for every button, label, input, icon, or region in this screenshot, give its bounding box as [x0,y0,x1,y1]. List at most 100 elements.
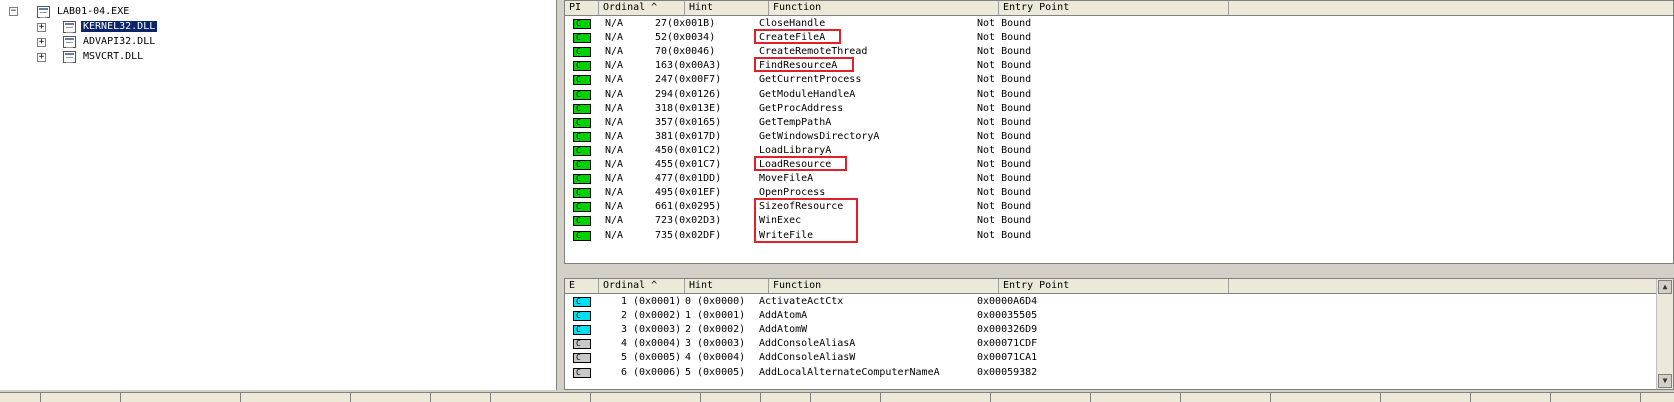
hint-hex: (0x0165) [673,116,722,128]
function-cell: LoadResource [759,159,832,170]
pi-cell: C [565,185,595,200]
export-row[interactable]: C 5 (0x0005) 4 (0x0004) AddConsoleAliasW 0x000… [565,350,1673,365]
tree-root-node[interactable]: LAB01-04.EXE [55,4,131,19]
hint-number: 3 [684,338,691,350]
exports-list[interactable]: E Ordinal ^ Hint Function Entry Point C 1… [564,278,1674,390]
import-row[interactable]: C N/A 163(0x00A3) FindResourceA Not Bound [565,58,1673,73]
hint-cell: 723(0x02D3) [655,213,775,228]
ordinal-number: 4 [620,338,627,350]
hint-number: 381 [655,130,674,142]
e-cell: C [565,294,595,309]
import-row[interactable]: C N/A 27(0x001B) CloseHandle Not Bound [565,16,1673,31]
entry-point-cell: 0x00035505 [977,310,1038,322]
hint-cell: 70(0x0046) [655,44,775,59]
c-badge-icon: C [573,339,591,350]
module-tree-pane[interactable]: − LAB01-04.EXE + KERNEL32.DLL + ADVAPI32… [0,0,557,390]
module-file-icon [37,6,50,18]
c-badge-icon: C [573,103,591,114]
hint-number: 723 [655,215,674,227]
import-row[interactable]: C N/A 735(0x02DF) WriteFile Not Bound [565,228,1673,243]
hint-hex: (0x0002) [697,324,746,336]
column-header-function[interactable]: Function [769,279,999,293]
import-row[interactable]: C N/A 455(0x01C7) LoadResource Not Bound [565,157,1673,172]
import-row[interactable]: C N/A 318(0x013E) GetProcAddress Not Bound [565,101,1673,116]
pi-cell: C [565,143,595,158]
pi-cell: C [565,129,595,144]
vertical-scrollbar[interactable]: ▲ ▼ [1656,279,1673,389]
hint-hex: (0x017D) [673,130,722,142]
column-header-hint[interactable]: Hint [685,1,769,15]
c-badge-icon: C [573,160,591,170]
column-header-entry-point[interactable]: Entry Point [999,279,1229,293]
tree-node-kernel32[interactable]: KERNEL32.DLL [81,19,158,34]
c-badge-icon: C [573,188,591,199]
export-row[interactable]: C 3 (0x0003) 2 (0x0002) AddAtomW 0x000326D9 [565,322,1673,337]
ordinal-hex: (0x0004) [633,338,682,350]
import-row[interactable]: C N/A 294(0x0126) GetModuleHandleA Not Bound [565,87,1673,102]
hint-cell: 477(0x01DD) [655,171,775,186]
column-header-entry-point[interactable]: Entry Point [999,1,1229,15]
import-row[interactable]: C N/A 477(0x01DD) MoveFileA Not Bound [565,171,1673,186]
pi-cell: C [565,199,595,214]
function-cell: GetProcAddress [759,102,844,114]
column-header-e[interactable]: E [565,279,599,293]
c-badge-icon: C [573,61,591,72]
pi-cell: C [565,171,595,186]
collapse-icon[interactable]: − [9,7,18,16]
tree-node-advapi32[interactable]: ADVAPI32.DLL [81,34,157,49]
column-header-ordinal[interactable]: Ordinal ^ [599,279,685,293]
import-row[interactable]: C N/A 661(0x0295) SizeofResource Not Bound [565,199,1673,214]
hint-cell: 318(0x013E) [655,101,775,116]
entry-point-cell: Not Bound [977,159,1032,170]
export-row[interactable]: C 2 (0x0002) 1 (0x0001) AddAtomA 0x00035505 [565,308,1673,323]
export-row[interactable]: C 6 (0x0006) 5 (0x0005) AddLocalAlternateComp… [565,365,1673,380]
export-row[interactable]: C 1 (0x0001) 0 (0x0000) ActivateActCtx 0x0000A… [565,294,1673,309]
expand-icon[interactable]: + [37,38,46,47]
c-badge-icon: C [573,367,591,378]
import-row[interactable]: C N/A 70(0x0046) CreateRemoteThread Not Boun… [565,44,1673,59]
function-cell: AddAtomA [759,310,808,322]
entry-point-cell: Not Bound [977,60,1032,72]
tree-node-msvcrt[interactable]: MSVCRT.DLL [81,49,145,64]
entry-point-cell: Not Bound [977,144,1032,156]
e-cell: C [565,350,595,365]
pi-cell: C [565,87,595,102]
imports-header: PI Ordinal ^ Hint Function Entry Point [565,1,1673,16]
column-header-hint[interactable]: Hint [685,279,769,293]
import-row[interactable]: C N/A 723(0x02D3) WinExec Not Bound [565,213,1673,228]
scroll-up-arrow-icon[interactable]: ▲ [1658,280,1672,294]
column-header-ordinal[interactable]: Ordinal ^ [599,1,685,15]
c-badge-icon: C [573,174,591,185]
import-row[interactable]: C N/A 247(0x00F7) GetCurrentProcess Not Boun… [565,72,1673,87]
import-row[interactable]: C N/A 450(0x01C2) LoadLibraryA Not Bound [565,143,1673,158]
entry-point-cell: Not Bound [977,116,1032,128]
export-row[interactable]: C 4 (0x0004) 3 (0x0003) AddConsoleAliasA 0x000… [565,336,1673,351]
hint-hex: (0x0003) [697,338,746,350]
imports-list[interactable]: PI Ordinal ^ Hint Function Entry Point C… [564,0,1674,264]
c-badge-icon: C [573,353,591,364]
hint-cell: 27(0x001B) [655,16,775,31]
function-cell: GetTempPathA [759,116,832,128]
import-row[interactable]: C N/A 495(0x01EF) OpenProcess Not Bound [565,185,1673,200]
expand-icon[interactable]: + [37,53,46,62]
function-cell: ActivateActCtx [759,296,844,307]
hint-hex: (0x013E) [673,102,722,114]
hint-number: 455 [655,159,674,170]
column-header-function[interactable]: Function [769,1,999,15]
ordinal-number: 5 [620,352,627,364]
hint-hex: (0x0126) [673,88,722,100]
hint-hex: (0x01C2) [673,144,722,156]
entry-point-cell: Not Bound [977,18,1032,29]
pi-cell: C [565,115,595,130]
import-row[interactable]: C N/A 381(0x017D) GetWindowsDirectoryA Not B… [565,129,1673,144]
entry-point-cell: Not Bound [977,102,1032,114]
function-cell: MoveFileA [759,173,814,185]
scroll-down-arrow-icon[interactable]: ▼ [1658,374,1672,388]
column-header-pi[interactable]: PI [565,1,599,15]
hint-number: 5 [684,366,691,378]
import-row[interactable]: C N/A 357(0x0165) GetTempPathA Not Bound [565,115,1673,130]
import-row[interactable]: C N/A 52(0x0034) CreateFileA Not Bound [565,30,1673,45]
hint-hex: (0x0005) [697,366,746,378]
expand-icon[interactable]: + [37,23,46,32]
e-cell: C [565,322,595,337]
